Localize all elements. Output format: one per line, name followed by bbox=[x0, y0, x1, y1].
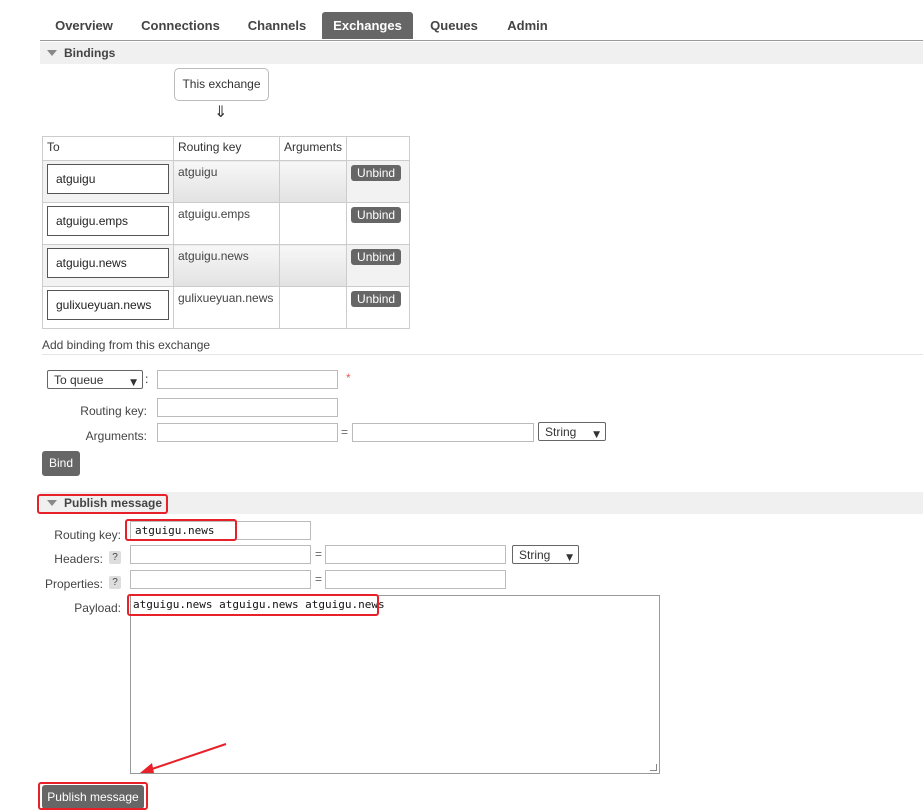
down-arrow-icon: ⇓ bbox=[214, 102, 228, 121]
table-row: atguigu atguigu Unbind bbox=[42, 160, 411, 203]
bind-button[interactable]: Bind bbox=[42, 451, 80, 476]
argument-value-input[interactable] bbox=[352, 423, 534, 442]
resize-handle-icon[interactable] bbox=[650, 764, 657, 771]
routing-key-cell: atguigu.news bbox=[173, 244, 280, 287]
table-row: atguigu.emps atguigu.emps Unbind bbox=[42, 202, 411, 245]
chevron-down-icon: ▼ bbox=[593, 430, 600, 440]
column-header-actions bbox=[346, 136, 411, 161]
argument-key-input[interactable] bbox=[157, 423, 338, 442]
tab-connections[interactable]: Connections bbox=[132, 12, 229, 39]
column-header-routing-key: Routing key bbox=[173, 136, 280, 161]
publish-message-button[interactable]: Publish message bbox=[42, 785, 144, 809]
publish-routing-key-input[interactable]: atguigu.news bbox=[130, 521, 311, 540]
queue-link[interactable]: gulixueyuan.news bbox=[47, 290, 169, 320]
payload-text: atguigu.news atguigu.news atguigu.news bbox=[133, 598, 385, 611]
collapse-triangle-icon bbox=[47, 500, 57, 506]
chevron-down-icon: ▼ bbox=[566, 553, 573, 563]
equals-sign: = bbox=[315, 572, 323, 586]
column-header-to: To bbox=[42, 136, 174, 161]
queue-link[interactable]: atguigu bbox=[47, 164, 169, 194]
chevron-down-icon: ▼ bbox=[130, 378, 137, 388]
publish-section-header[interactable]: Publish message bbox=[40, 492, 923, 514]
main-nav-tabs: Overview Connections Channels Exchanges … bbox=[40, 12, 923, 41]
properties-label: Properties: bbox=[44, 577, 103, 591]
arguments-cell bbox=[278, 286, 348, 329]
equals-sign: = bbox=[315, 547, 323, 561]
arguments-cell bbox=[278, 244, 348, 287]
routing-key-cell: atguigu bbox=[173, 160, 280, 203]
this-exchange-node: This exchange bbox=[174, 68, 269, 101]
publish-routing-key-label: Routing key: bbox=[54, 528, 121, 542]
table-row: atguigu.news atguigu.news Unbind bbox=[42, 244, 411, 287]
tab-queues[interactable]: Queues bbox=[420, 12, 488, 39]
add-binding-title: Add binding from this exchange bbox=[42, 338, 211, 352]
header-type-value: String bbox=[519, 548, 551, 562]
arguments-label: Arguments: bbox=[85, 429, 147, 443]
destination-colon: : bbox=[145, 372, 149, 386]
routing-key-label: Routing key: bbox=[80, 404, 147, 418]
tab-admin[interactable]: Admin bbox=[496, 12, 559, 39]
destination-type-select[interactable]: To queue ▼ bbox=[47, 370, 143, 389]
queue-link[interactable]: atguigu.emps bbox=[47, 206, 169, 236]
equals-sign: = bbox=[341, 425, 349, 439]
unbind-button[interactable]: Unbind bbox=[351, 207, 402, 223]
argument-type-select[interactable]: String ▼ bbox=[538, 422, 606, 441]
header-key-input[interactable] bbox=[130, 545, 311, 564]
unbind-button[interactable]: Unbind bbox=[351, 291, 402, 307]
tab-exchanges[interactable]: Exchanges bbox=[322, 12, 413, 39]
arguments-cell bbox=[278, 202, 348, 245]
routing-key-cell: atguigu.emps bbox=[173, 202, 280, 245]
column-header-arguments: Arguments bbox=[278, 136, 348, 161]
destination-type-value: To queue bbox=[54, 373, 104, 387]
binding-routing-key-input[interactable] bbox=[157, 398, 338, 417]
annotation-arrow-icon bbox=[140, 743, 227, 773]
bindings-table: To Routing key Arguments atguigu atguigu… bbox=[42, 136, 411, 329]
divider bbox=[42, 354, 923, 355]
header-value-input[interactable] bbox=[325, 545, 506, 564]
tab-channels[interactable]: Channels bbox=[234, 12, 320, 39]
help-icon[interactable]: ? bbox=[109, 551, 121, 564]
required-mark: * bbox=[346, 371, 351, 385]
help-icon[interactable]: ? bbox=[109, 576, 121, 589]
routing-key-cell: gulixueyuan.news bbox=[173, 286, 280, 329]
unbind-button[interactable]: Unbind bbox=[351, 249, 402, 265]
tab-overview[interactable]: Overview bbox=[40, 12, 128, 39]
bindings-title: Bindings bbox=[64, 46, 116, 60]
bindings-section-header[interactable]: Bindings bbox=[40, 42, 923, 64]
argument-type-value: String bbox=[545, 425, 577, 439]
arguments-cell bbox=[278, 160, 348, 203]
publish-title: Publish message bbox=[64, 496, 163, 510]
table-row: gulixueyuan.news gulixueyuan.news Unbind bbox=[42, 286, 411, 329]
property-value-input[interactable] bbox=[325, 570, 506, 589]
header-type-select[interactable]: String ▼ bbox=[512, 545, 579, 564]
unbind-button[interactable]: Unbind bbox=[351, 165, 402, 181]
destination-input[interactable] bbox=[157, 370, 338, 389]
queue-link[interactable]: atguigu.news bbox=[47, 248, 169, 278]
payload-label: Payload: bbox=[74, 601, 121, 615]
collapse-triangle-icon bbox=[47, 50, 57, 56]
property-key-input[interactable] bbox=[130, 570, 311, 589]
headers-label: Headers: bbox=[54, 552, 103, 566]
